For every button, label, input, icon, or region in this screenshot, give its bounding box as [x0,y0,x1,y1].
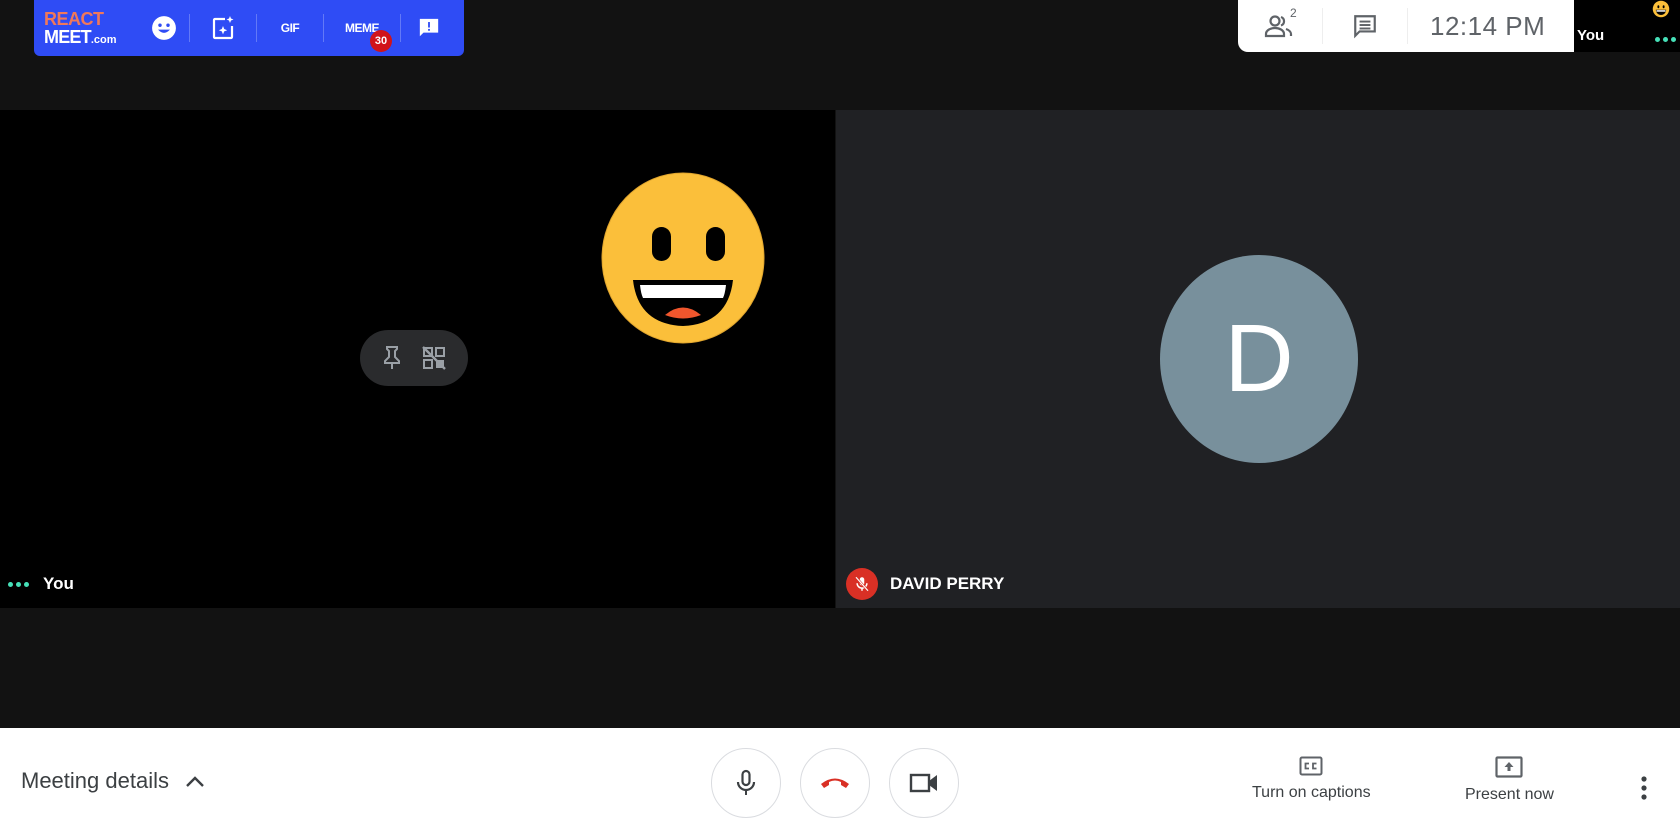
present-now-button[interactable]: Present now [1465,756,1554,804]
hide-tile-icon [422,346,446,370]
reactmeet-logo: REACT MEET.com [44,10,139,46]
muted-badge [846,568,878,600]
captions-label: Turn on captions [1252,784,1371,801]
remote-name: DAVID PERRY [890,574,1005,593]
present-screen-icon [1495,756,1524,778]
microphone-icon [736,769,756,795]
feedback-button[interactable] [401,0,457,56]
grinning-emoji-icon [1652,0,1670,18]
meeting-details-label: Meeting details [21,768,169,793]
chat-button[interactable] [1323,0,1407,52]
sparkle-frame-icon [212,16,234,40]
meme-count-badge: 30 [370,30,392,52]
remove-from-view-button[interactable] [421,345,447,371]
call-controls-bar: Meeting details Turn on captions Present… [0,728,1680,840]
closed-captions-icon [1299,756,1323,776]
logo-line-2: MEET.com [44,28,139,46]
smiley-icon [152,16,176,40]
present-label: Present now [1465,786,1554,803]
grinning-face-reaction-icon [601,172,765,344]
participants-button[interactable]: 2 [1238,0,1322,52]
captions-button[interactable]: Turn on captions [1252,756,1371,802]
meet-window: REACT MEET.com GIF MEME 30 2 12:14 PM Yo… [0,0,1680,840]
microphone-toggle-button[interactable] [711,748,781,818]
mic-off-icon [855,576,869,592]
chat-icon [1354,15,1376,39]
participant-count: 2 [1290,6,1297,20]
clock: 12:14 PM [1430,10,1546,41]
gif-button[interactable]: GIF [257,0,323,56]
meeting-info-panel: 2 12:14 PM [1238,0,1574,52]
participant-avatar: D [1160,255,1358,463]
sticker-button[interactable] [190,0,256,56]
remote-tile-label: DAVID PERRY [846,568,1004,600]
pin-button[interactable] [381,345,403,371]
video-camera-icon [909,773,937,793]
video-tile-remote[interactable]: D DAVID PERRY [836,110,1680,608]
self-preview-tile[interactable]: You [1574,0,1680,52]
gif-icon: GIF [280,21,300,35]
self-name: You [43,574,74,593]
logo-meet-text: MEET [44,27,92,47]
logo-line-1: REACT [44,9,104,29]
tile-hover-controls [360,330,468,386]
logo-suffix: .com [90,34,117,46]
audio-indicator-icon [8,581,29,587]
meme-button[interactable]: MEME 30 [324,0,400,56]
video-tile-self[interactable]: You [0,110,835,608]
hang-up-icon [821,778,849,788]
leave-call-button[interactable] [800,748,870,818]
more-options-button[interactable] [1632,768,1656,808]
audio-indicator-icon [1655,37,1676,42]
self-tile-label: You [8,574,74,594]
meeting-details-button[interactable]: Meeting details [21,768,205,794]
camera-toggle-button[interactable] [889,748,959,818]
reactmeet-toolbar: REACT MEET.com GIF MEME 30 [34,0,464,56]
feedback-icon [419,18,439,37]
pin-icon [384,346,400,369]
self-preview-name: You [1577,27,1605,44]
chevron-up-icon [185,774,205,788]
emoji-reaction-button[interactable] [139,0,189,56]
more-vert-icon [1641,776,1647,800]
